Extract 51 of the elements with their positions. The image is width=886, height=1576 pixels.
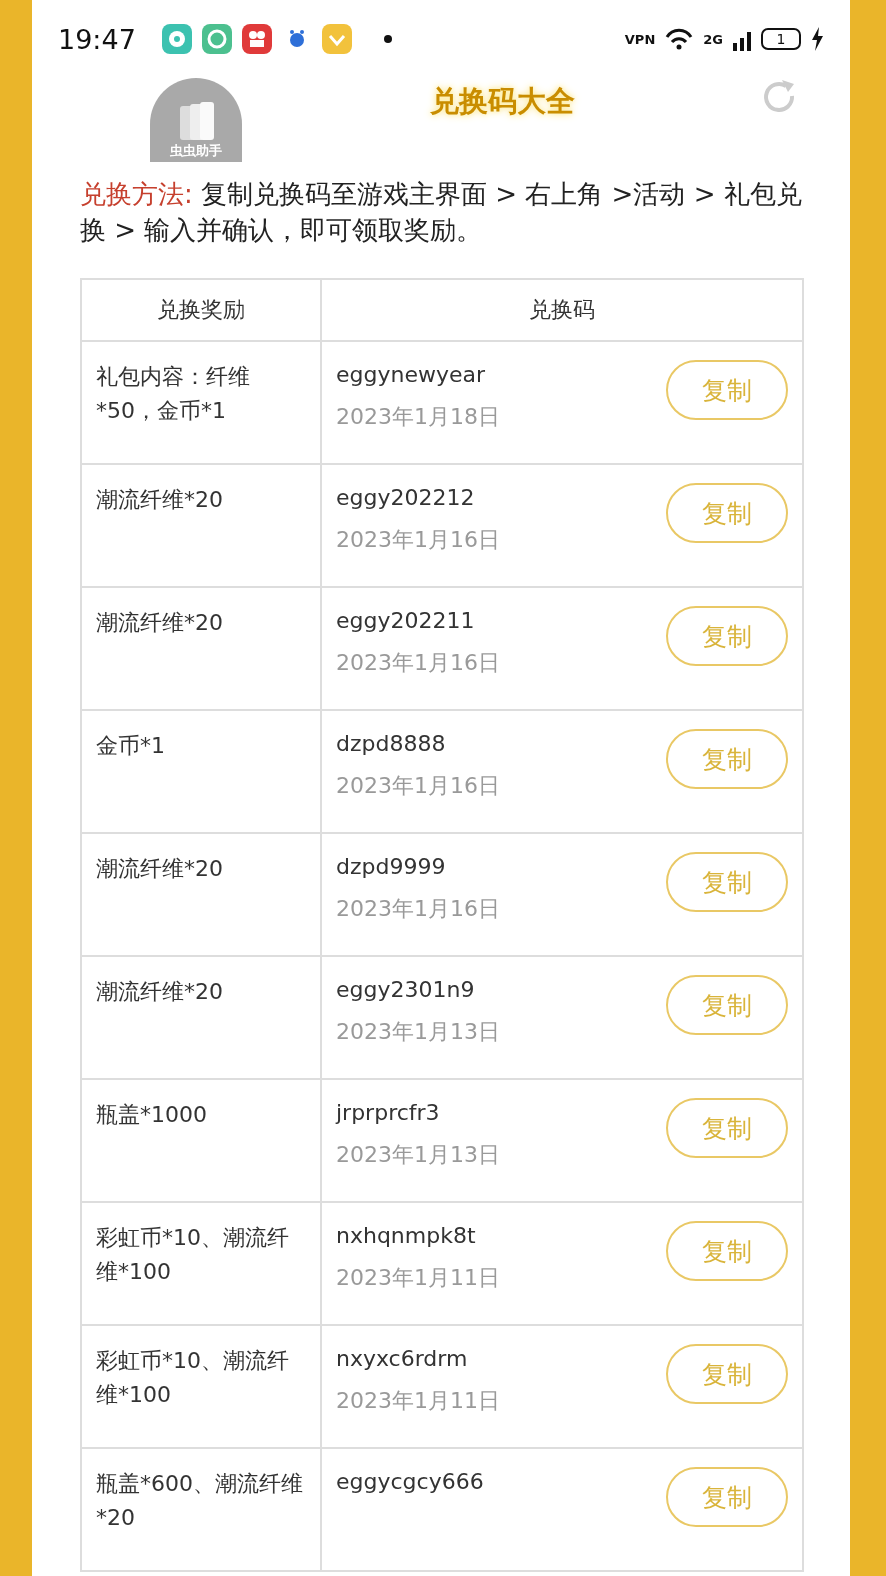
code-date: 2023年1月11日 (336, 1387, 501, 1415)
reward-cell: 潮流纤维*20 (81, 833, 321, 956)
reward-cell: 潮流纤维*20 (81, 464, 321, 587)
code-date: 2023年1月13日 (336, 1018, 501, 1046)
reward-cell: 潮流纤维*20 (81, 956, 321, 1079)
redeem-code: nxyxc6rdrm (336, 1345, 469, 1373)
copy-button[interactable]: 复制 (666, 729, 788, 789)
copy-button[interactable]: 复制 (666, 483, 788, 543)
column-header: 兑换奖励 (81, 279, 321, 341)
code-date: 2023年1月18日 (336, 403, 501, 431)
reward-cell: 瓶盖*600、潮流纤维*20 (81, 1448, 321, 1571)
redeem-code: eggy2301n9 (336, 976, 476, 1004)
copy-button[interactable]: 复制 (666, 1344, 788, 1404)
redeem-code: eggycgcy666 (336, 1468, 485, 1496)
copy-button[interactable]: 复制 (666, 606, 788, 666)
copy-button[interactable]: 复制 (666, 360, 788, 420)
code-date: 2023年1月16日 (336, 895, 501, 923)
code-date: 2023年1月16日 (336, 772, 501, 800)
redeem-code: jrprprcfr3 (336, 1099, 441, 1127)
copy-button[interactable]: 复制 (666, 1221, 788, 1281)
network-type: 2G (703, 31, 723, 47)
redeem-code: dzpd9999 (336, 853, 447, 881)
redeem-code: eggynewyear (336, 361, 487, 389)
code-date: 2023年1月16日 (336, 526, 501, 554)
code-date: 2023年1月13日 (336, 1141, 501, 1169)
logo-label: 虫虫助手 (170, 142, 222, 160)
instructions-text: 兑换方法: 复制兑换码至游戏主界面 > 右上角 >活动 > 礼包兑换 > 输入并确认，即可领取奖励。 (79, 178, 803, 247)
column-header: 兑换码 (321, 279, 803, 341)
copy-button[interactable]: 复制 (666, 975, 788, 1035)
charging-icon (811, 27, 824, 51)
battery-level: 1 (761, 28, 801, 50)
status-time: 19:47 (58, 23, 136, 55)
reward-cell: 彩虹币*10、潮流纤维*100 (81, 1202, 321, 1325)
redeem-code: nxhqnmpk8t (336, 1222, 477, 1250)
reward-cell: 潮流纤维*20 (81, 587, 321, 710)
redeem-code: dzpd8888 (336, 730, 447, 758)
vpn-indicator: VPN (624, 31, 656, 47)
reward-cell: 彩虹币*10、潮流纤维*100 (81, 1325, 321, 1448)
notification-dot-icon (383, 35, 392, 43)
copy-button[interactable]: 复制 (666, 852, 788, 912)
page-title: 兑换码大全 (428, 83, 576, 120)
copy-button[interactable]: 复制 (666, 1467, 788, 1527)
redeem-code: eggy202212 (336, 484, 476, 512)
reward-cell: 礼包内容：纤维*50，金币*1 (81, 341, 321, 464)
reward-cell: 瓶盖*1000 (81, 1079, 321, 1202)
code-date: 2023年1月11日 (336, 1264, 501, 1292)
reward-cell: 金币*1 (81, 710, 321, 833)
copy-button[interactable]: 复制 (666, 1098, 788, 1158)
code-date: 2023年1月16日 (336, 649, 501, 677)
redeem-code: eggy202211 (336, 607, 476, 635)
wifi-icon (665, 27, 694, 51)
